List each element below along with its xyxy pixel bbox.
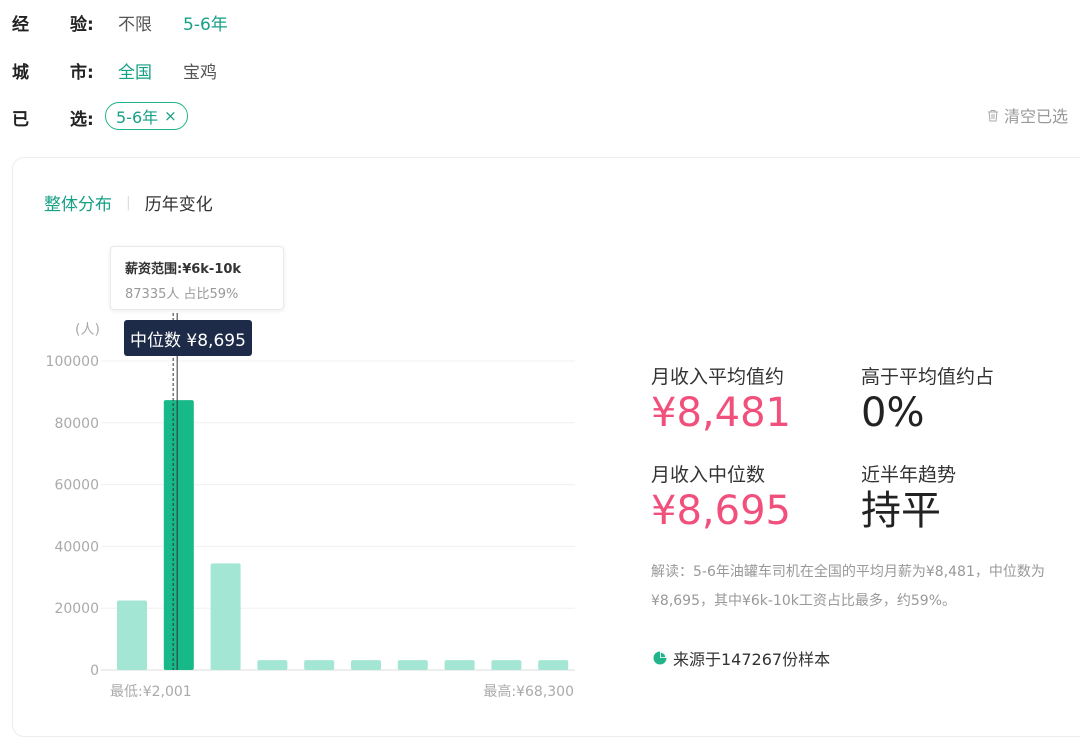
stat-average-label: 月收入平均值约 bbox=[651, 366, 785, 388]
tooltip-title: 薪资范围:¥6k-10k bbox=[125, 262, 242, 277]
bar bbox=[538, 660, 569, 670]
stat-trend-label: 近半年趋势 bbox=[861, 464, 957, 486]
stat-trend-value: 持平 bbox=[861, 488, 941, 534]
stat-median-value: ¥8,695 bbox=[651, 488, 791, 534]
y-tick-label: 0 bbox=[90, 663, 99, 679]
clear-selected-label: 清空已选 bbox=[1003, 107, 1068, 126]
clear-selected-button[interactable]: 清空已选 bbox=[987, 103, 1068, 127]
option-city-baoji[interactable]: 宝鸡 bbox=[183, 58, 217, 83]
salary-panel: 整体分布 | 历年变化 (人) 0 20000 40000 60000 80000 1000… bbox=[12, 157, 1080, 737]
stat-above-average-value: 0% bbox=[861, 390, 925, 436]
filter-label-city: 城市: bbox=[12, 62, 94, 83]
stat-above-average: 高于平均值约占 0% bbox=[861, 362, 994, 435]
x-max-label: 最高:¥68,300 bbox=[483, 683, 574, 700]
filter-label-experience: 经验: bbox=[12, 14, 94, 35]
y-tick-label: 40000 bbox=[54, 539, 99, 555]
bar bbox=[304, 660, 335, 670]
salary-distribution-chart: (人) 0 20000 40000 60000 80000 100000 最低:¥2,001 最… bbox=[46, 313, 575, 700]
bar bbox=[444, 660, 475, 670]
y-tick-label: 60000 bbox=[54, 478, 99, 494]
bar bbox=[397, 660, 428, 670]
bar bbox=[491, 660, 522, 670]
interpretation-text: 解读：5-6年油罐车司机在全国的平均月薪为¥8,481，中位数为¥8,695，其… bbox=[651, 564, 1045, 609]
median-badge: 中位数 ¥8,695 bbox=[124, 320, 252, 356]
stat-trend: 近半年趋势 持平 bbox=[861, 460, 956, 533]
filter-label-selected: 已选: bbox=[12, 109, 94, 130]
stat-average-value: ¥8,481 bbox=[651, 390, 791, 436]
close-icon[interactable]: × bbox=[164, 107, 177, 125]
y-tick-label: 20000 bbox=[54, 601, 99, 617]
option-experience-any[interactable]: 不限 bbox=[118, 10, 152, 35]
stat-average: 月收入平均值约 ¥8,481 bbox=[651, 362, 791, 435]
stat-median: 月收入中位数 ¥8,695 bbox=[651, 460, 791, 533]
selected-chip-label: 5-6年 bbox=[116, 108, 159, 127]
sample-source: 来源于147267份样本 bbox=[653, 646, 830, 670]
x-min-label: 最低:¥2,001 bbox=[110, 684, 192, 700]
y-tick-label: 100000 bbox=[46, 354, 99, 370]
bar-highlighted bbox=[163, 400, 194, 670]
bar bbox=[210, 563, 241, 670]
y-tick-label: 80000 bbox=[54, 416, 99, 432]
bar bbox=[257, 660, 288, 670]
stat-above-average-label: 高于平均值约占 bbox=[861, 366, 995, 388]
y-axis-unit-label: (人) bbox=[75, 322, 100, 338]
trash-icon bbox=[987, 109, 998, 121]
bar bbox=[117, 600, 147, 670]
selected-chip[interactable]: 5-6年 × bbox=[105, 102, 188, 130]
stat-median-label: 月收入中位数 bbox=[651, 464, 766, 486]
bar bbox=[351, 660, 381, 670]
tooltip-detail: 87335人 占比59% bbox=[125, 287, 239, 302]
chart-tooltip: 薪资范围:¥6k-10k 87335人 占比59% bbox=[110, 246, 284, 310]
sample-source-label: 来源于147267份样本 bbox=[673, 650, 831, 669]
option-city-nationwide[interactable]: 全国 bbox=[118, 58, 152, 83]
pie-chart-icon bbox=[653, 651, 667, 665]
option-experience-5-6[interactable]: 5-6年 bbox=[183, 10, 228, 35]
